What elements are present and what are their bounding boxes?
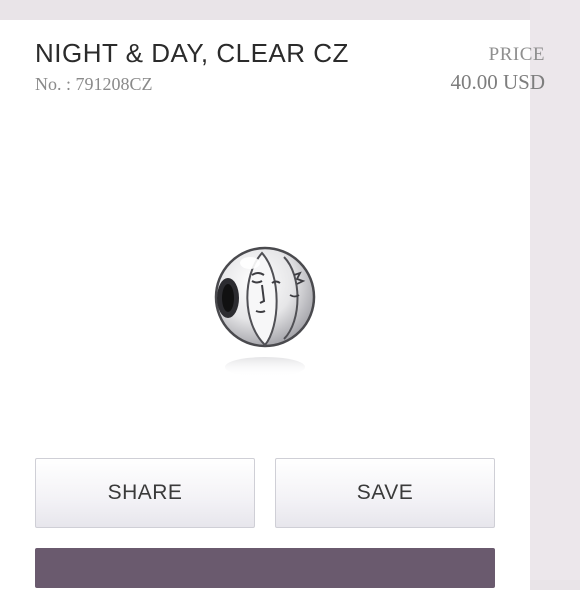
share-button[interactable]: SHARE: [35, 458, 255, 528]
product-title: NIGHT & DAY, CLEAR CZ: [35, 38, 349, 68]
price-value: 40.00 USD: [450, 70, 545, 94]
night-and-day-charm-icon: [214, 246, 316, 377]
price-label: PRICE: [488, 44, 545, 65]
save-button[interactable]: SAVE: [275, 458, 495, 528]
product-sku: No. : 791208CZ: [35, 74, 153, 94]
bottom-action-bar[interactable]: [35, 548, 495, 588]
